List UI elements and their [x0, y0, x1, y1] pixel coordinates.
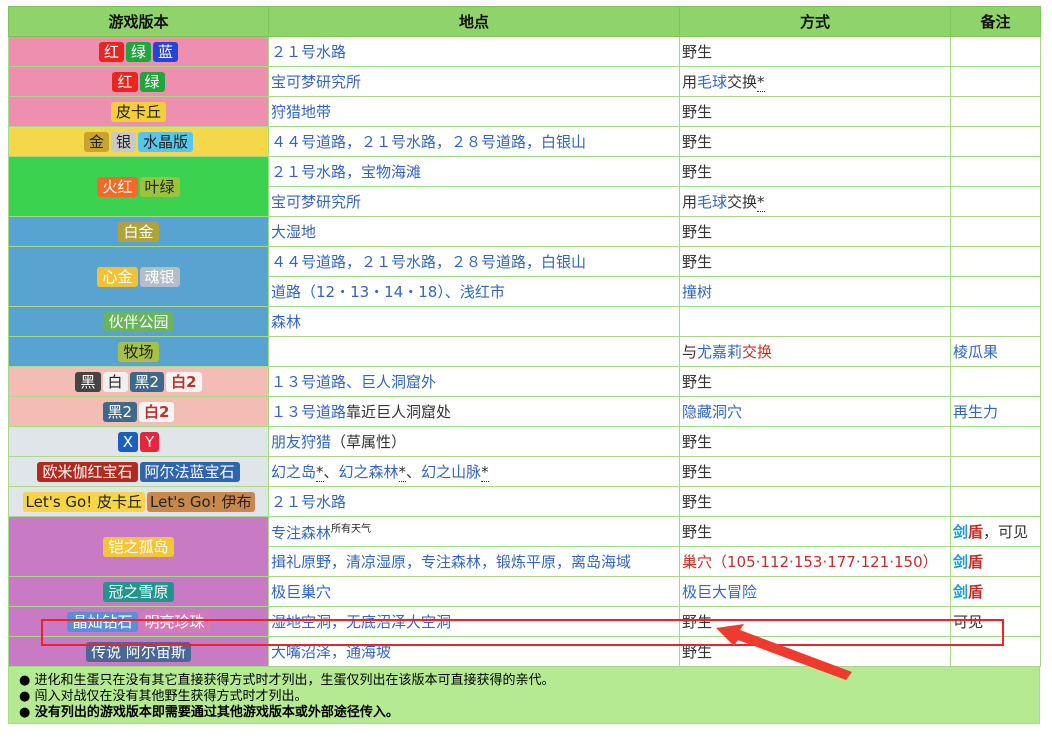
- annotation-arrow-icon: [716, 624, 852, 680]
